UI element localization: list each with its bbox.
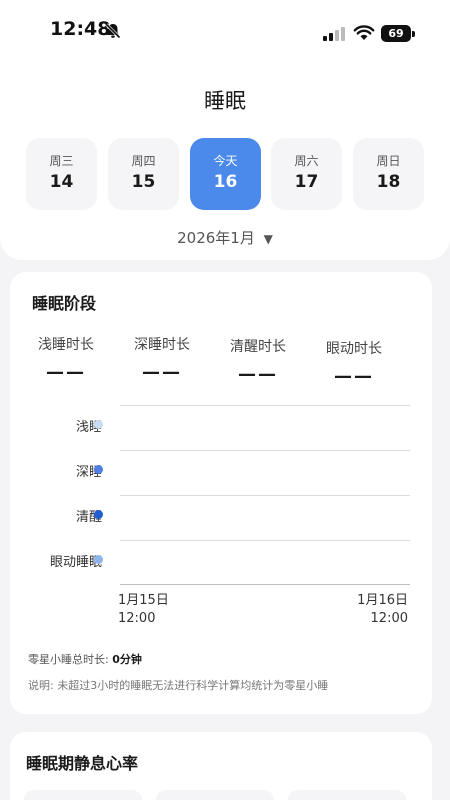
nap-total: 零星小睡总时长: 0分钟 xyxy=(28,651,142,667)
month-label: 2026年1月 xyxy=(177,229,255,247)
bell-slash-icon xyxy=(105,23,121,39)
x-axis-start-time: 12:00 xyxy=(118,611,156,626)
day-button-today[interactable]: 今天 16 xyxy=(190,138,261,210)
chart-x-axis xyxy=(120,584,410,585)
day-weekday: 周三 xyxy=(49,154,74,168)
day-date: 16 xyxy=(213,172,238,192)
chart-gridline xyxy=(120,495,410,496)
stage-dot-awake xyxy=(94,510,103,519)
stat-label: 深睡时长 xyxy=(134,337,190,353)
stat-light-sleep: 浅睡时长 —— xyxy=(18,334,114,383)
stat-awake: 清醒时长 —— xyxy=(210,336,306,385)
chart-gridline xyxy=(120,450,410,451)
status-bar: 12:48 69 xyxy=(0,0,450,60)
day-button-wed[interactable]: 周三 14 xyxy=(26,138,97,210)
heart-rate-tile xyxy=(288,790,406,800)
day-date: 17 xyxy=(294,172,319,192)
day-button-sat[interactable]: 周六 17 xyxy=(271,138,342,210)
day-selector: 周三 14 周四 15 今天 16 周六 17 周日 18 xyxy=(26,138,424,210)
card-title: 睡眠阶段 xyxy=(32,294,97,313)
x-axis-end-label: 1月16日 12:00 xyxy=(357,592,408,628)
day-weekday: 周六 xyxy=(294,154,319,168)
stage-dot-light xyxy=(94,420,103,429)
stat-value: —— xyxy=(142,362,182,383)
day-date: 14 xyxy=(49,172,74,192)
stage-dot-rem xyxy=(94,555,103,564)
card-title: 睡眠期静息心率 xyxy=(26,754,139,773)
month-selector[interactable]: 2026年1月 ▼ xyxy=(0,227,450,248)
resting-heart-rate-card: 睡眠期静息心率 xyxy=(10,732,432,800)
day-button-sun[interactable]: 周日 18 xyxy=(353,138,424,210)
status-time: 12:48 xyxy=(50,18,111,40)
stat-rem: 眼动时长 —— xyxy=(306,338,402,387)
x-axis-end-date: 1月16日 xyxy=(357,593,408,608)
sleep-stages-card: 睡眠阶段 浅睡时长 —— 深睡时长 —— 清醒时长 —— 眼动时长 —— 浅睡 … xyxy=(10,272,432,714)
day-weekday: 今天 xyxy=(213,154,238,168)
stat-value: —— xyxy=(46,362,86,383)
heart-rate-tile xyxy=(156,790,274,800)
stat-label: 清醒时长 xyxy=(230,339,286,355)
x-axis-start-label: 1月15日 12:00 xyxy=(118,592,169,628)
caret-down-icon: ▼ xyxy=(263,232,273,246)
x-axis-end-time: 12:00 xyxy=(370,611,408,626)
page-title: 睡眠 xyxy=(204,89,246,113)
stat-deep-sleep: 深睡时长 —— xyxy=(114,334,210,383)
cellular-signal-icon xyxy=(323,27,345,41)
wifi-icon xyxy=(353,25,375,40)
nap-value: 0分钟 xyxy=(112,653,142,666)
stage-dot-deep xyxy=(94,465,103,474)
day-weekday: 周四 xyxy=(131,154,156,168)
stat-value: —— xyxy=(238,364,278,385)
x-axis-start-date: 1月15日 xyxy=(118,593,169,608)
battery-icon: 69 xyxy=(381,25,411,42)
explanation-note: 说明: 未超过3小时的睡眠无法进行科学计算均统计为零星小睡 xyxy=(28,679,329,692)
date-header: 睡眠 周三 14 周四 15 今天 16 周六 17 周日 18 2026年1月… xyxy=(0,60,450,260)
day-date: 18 xyxy=(376,172,401,192)
chart-gridline xyxy=(120,540,410,541)
day-date: 15 xyxy=(131,172,156,192)
stat-label: 浅睡时长 xyxy=(38,337,94,353)
stat-value: —— xyxy=(334,366,374,387)
day-weekday: 周日 xyxy=(376,154,401,168)
stat-label: 眼动时长 xyxy=(326,341,382,357)
day-button-thu[interactable]: 周四 15 xyxy=(108,138,179,210)
heart-rate-tile xyxy=(24,790,142,800)
chart-gridline xyxy=(120,405,410,406)
nap-label: 零星小睡总时长: xyxy=(28,653,109,666)
battery-tip xyxy=(412,31,415,37)
